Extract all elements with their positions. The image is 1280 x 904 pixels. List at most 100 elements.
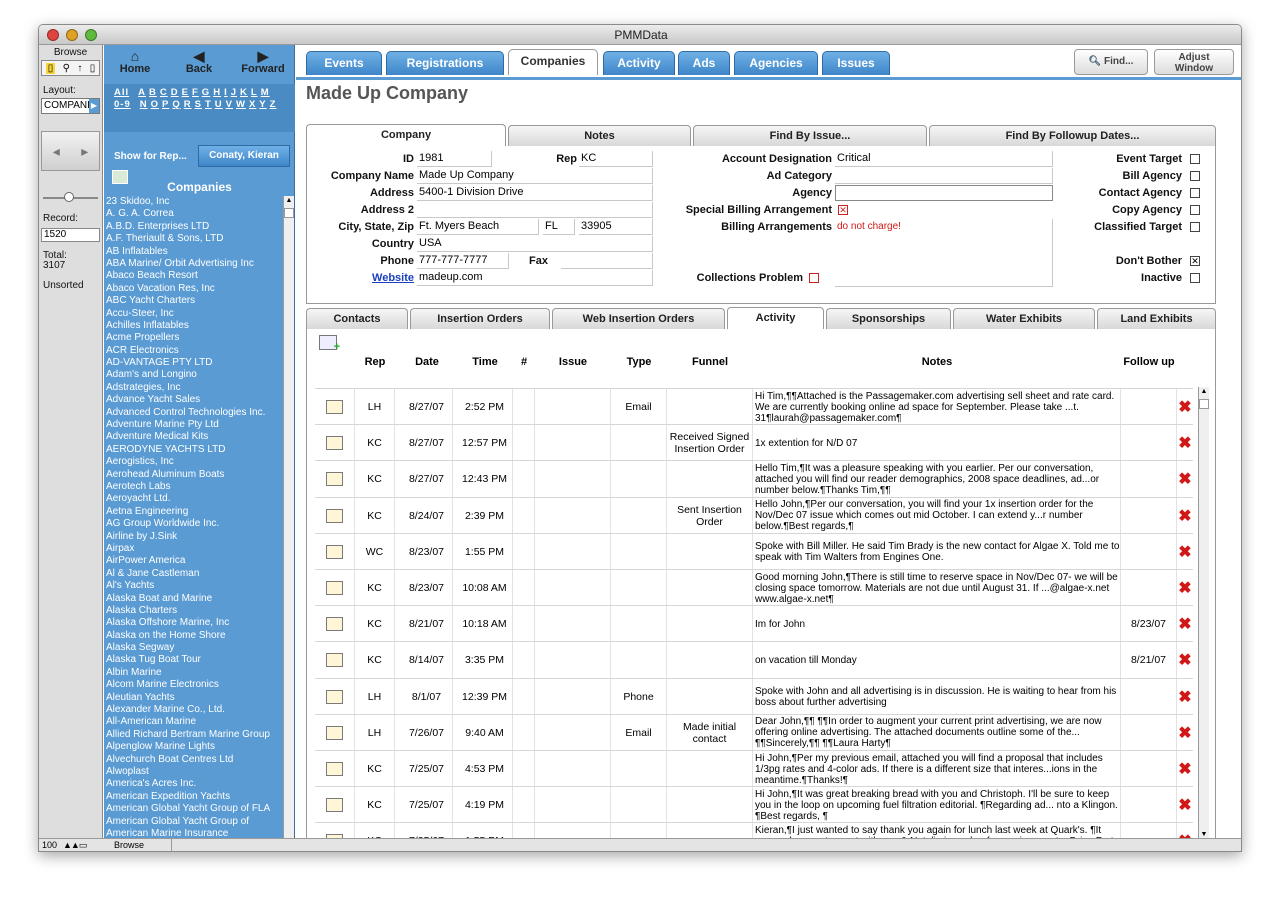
tab-companies[interactable]: Companies — [508, 49, 598, 75]
edit-cell[interactable] — [315, 425, 355, 462]
delete-icon[interactable]: ✖ — [1178, 433, 1191, 453]
minimize-window-icon[interactable] — [66, 29, 78, 41]
delete-cell[interactable]: ✖ — [1177, 787, 1193, 823]
company-list-item[interactable]: Alpenglow Marine Lights — [105, 741, 283, 753]
rep-cell[interactable]: KC — [355, 425, 395, 462]
company-list-item[interactable]: Airpax — [105, 543, 283, 555]
bill-agency-checkbox[interactable] — [1190, 171, 1200, 181]
delete-cell[interactable]: ✖ — [1177, 751, 1193, 787]
company-list-item[interactable]: AirPower America — [105, 555, 283, 567]
date-cell[interactable]: 7/26/07 — [401, 714, 453, 751]
date-cell[interactable]: 8/1/07 — [401, 678, 453, 715]
company-list-item[interactable]: Adventure Marine Pty Ltd — [105, 419, 283, 431]
browse-mode-icon[interactable]: ▯ — [45, 62, 56, 74]
company-list-item[interactable]: All-American Marine — [105, 716, 283, 728]
delete-icon[interactable]: ✖ — [1178, 723, 1191, 743]
alpha-letter[interactable]: O — [151, 99, 159, 110]
type-cell[interactable] — [611, 606, 667, 643]
company-list-item[interactable]: Aetna Engineering — [105, 506, 283, 518]
company-list-item[interactable]: Alaska Tug Boat Tour — [105, 654, 283, 666]
company-list-item[interactable]: A. G. A. Correa — [105, 208, 283, 220]
type-cell[interactable]: Email — [611, 714, 667, 751]
issue-cell[interactable] — [535, 787, 611, 824]
delete-cell[interactable]: ✖ — [1177, 498, 1193, 534]
delete-icon[interactable]: ✖ — [1178, 759, 1191, 779]
fax-field[interactable] — [561, 253, 653, 269]
edit-note-icon[interactable] — [326, 581, 343, 595]
layout-select[interactable]: COMPANI ▶ — [41, 98, 100, 114]
type-cell[interactable] — [611, 533, 667, 570]
notes-cell[interactable]: Hi John,¶Per my previous email, attached… — [753, 751, 1121, 787]
time-cell[interactable]: 12:57 PM — [457, 425, 513, 462]
date-cell[interactable]: 8/27/07 — [401, 389, 453, 425]
company-list-item[interactable]: Alaska Segway — [105, 642, 283, 654]
funnel-cell[interactable] — [667, 533, 753, 570]
alpha-letter[interactable]: K — [240, 87, 248, 98]
notes-cell[interactable]: Spoke with John and all advertising is i… — [753, 678, 1121, 715]
delete-icon[interactable]: ✖ — [1178, 650, 1191, 670]
followup-cell[interactable]: 8/23/07 — [1121, 606, 1177, 643]
website-link[interactable]: Website — [317, 272, 414, 284]
funnel-cell[interactable] — [667, 570, 753, 606]
alpha-letter[interactable]: All — [114, 87, 129, 98]
company-list-item[interactable]: AB Inflatables — [105, 246, 283, 258]
edit-note-icon[interactable] — [326, 653, 343, 668]
date-cell[interactable]: 8/27/07 — [401, 425, 453, 462]
classified-target-checkbox[interactable] — [1190, 222, 1200, 232]
notes-cell[interactable]: Good morning John,¶There is still time t… — [753, 570, 1121, 606]
followup-cell[interactable] — [1121, 570, 1177, 606]
subtab-1[interactable]: Notes — [508, 125, 691, 146]
issue-cell[interactable] — [535, 606, 611, 643]
alpha-letter[interactable]: M — [261, 87, 270, 98]
delete-cell[interactable]: ✖ — [1177, 461, 1193, 497]
alpha-letter[interactable]: B — [149, 87, 157, 98]
issue-cell[interactable] — [535, 533, 611, 570]
alpha-letter[interactable]: H — [213, 87, 221, 98]
company-list-item[interactable]: Adstrategies, Inc — [105, 382, 283, 394]
date-cell[interactable]: 8/23/07 — [401, 533, 453, 570]
followup-cell[interactable] — [1121, 714, 1177, 751]
followup-cell[interactable] — [1121, 389, 1177, 425]
alpha-letter[interactable]: X — [249, 99, 256, 110]
alpha-letter[interactable]: S — [195, 99, 202, 110]
issue-cell[interactable] — [535, 678, 611, 715]
delete-icon[interactable]: ✖ — [1178, 614, 1191, 634]
rep-cell[interactable]: WC — [355, 533, 395, 570]
alpha-letter[interactable]: P — [162, 99, 169, 110]
notes-cell[interactable]: Hi John,¶It was great breaking bread wit… — [753, 787, 1121, 824]
company-list-item[interactable]: Airline by J.Sink — [105, 531, 283, 543]
company-list-item[interactable]: Aerotech Labs — [105, 481, 283, 493]
zoom-controls-icon[interactable]: ▲▲▭ — [63, 840, 87, 851]
show-for-rep-button[interactable]: Conaty, Kieran — [198, 145, 290, 167]
date-cell[interactable]: 8/14/07 — [401, 642, 453, 679]
scroll-thumb[interactable] — [284, 208, 294, 218]
home-button[interactable]: ⌂ Home — [106, 49, 164, 75]
alpha-letter[interactable]: 0-9 — [114, 99, 131, 110]
delete-icon[interactable]: ✖ — [1178, 578, 1191, 598]
date-cell[interactable]: 7/25/07 — [401, 751, 453, 787]
type-cell[interactable] — [611, 570, 667, 606]
rep-cell[interactable]: KC — [355, 787, 395, 824]
edit-note-icon[interactable] — [326, 400, 343, 414]
time-cell[interactable]: 1:55 PM — [457, 533, 513, 570]
ad-category-field[interactable] — [835, 168, 1053, 184]
alpha-letter[interactable]: G — [202, 87, 210, 98]
rep-cell[interactable]: KC — [355, 751, 395, 787]
alpha-letter[interactable]: J — [231, 87, 237, 98]
tab-ads[interactable]: Ads — [678, 51, 730, 75]
scroll-up-icon[interactable]: ▲ — [284, 197, 294, 207]
delete-cell[interactable]: ✖ — [1177, 534, 1193, 570]
delete-icon[interactable]: ✖ — [1178, 542, 1191, 562]
rep-cell[interactable]: LH — [355, 714, 395, 751]
notes-cell[interactable]: Hello John,¶Per our conversation, you wi… — [753, 497, 1121, 534]
date-cell[interactable]: 8/21/07 — [401, 606, 453, 643]
scroll-up-icon[interactable]: ▲ — [1199, 388, 1209, 398]
time-cell[interactable]: 2:52 PM — [457, 389, 513, 425]
time-cell[interactable]: 4:19 PM — [457, 787, 513, 824]
company-list-item[interactable]: Aeroyacht Ltd. — [105, 493, 283, 505]
funnel-cell[interactable]: Sent Insertion Order — [667, 497, 753, 534]
company-list-item[interactable]: Achilles Inflatables — [105, 320, 283, 332]
id-field[interactable]: 1981 — [417, 151, 492, 167]
edit-note-icon[interactable] — [326, 436, 343, 451]
alpha-letter[interactable]: R — [184, 99, 192, 110]
